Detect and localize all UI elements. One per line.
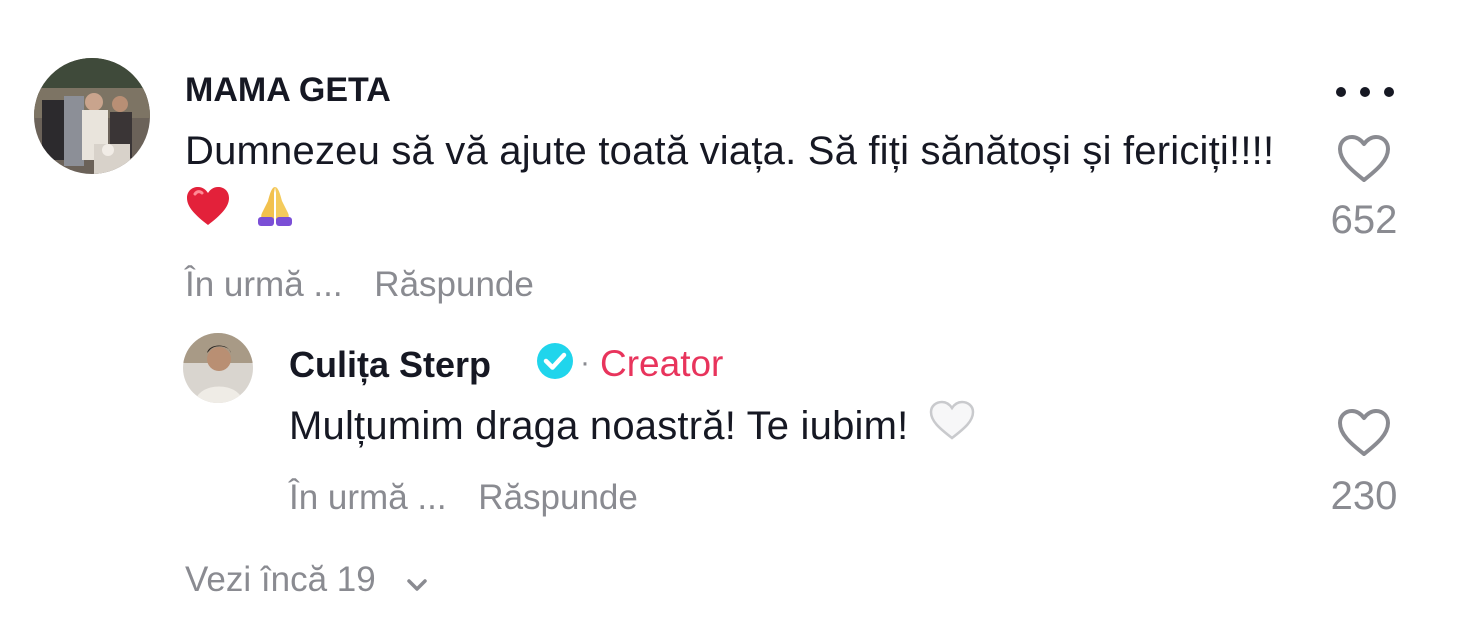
reply-avatar[interactable] xyxy=(183,333,253,403)
reply-timestamp: În urmă ... xyxy=(289,478,447,517)
creator-label: Creator xyxy=(600,343,724,384)
avatar[interactable] xyxy=(34,58,150,174)
comment-text: Dumnezeu să vă ajute toată viața. Să fiț… xyxy=(185,121,1295,245)
reply-button[interactable]: Răspunde xyxy=(374,265,534,304)
reply-text: Mulțumim draga noastră! Te iubim! xyxy=(289,396,976,459)
heart-outline-icon xyxy=(1338,409,1390,456)
comment-body: Dumnezeu să vă ajute toată viața. Să fiț… xyxy=(185,129,1275,173)
separator-dot: · xyxy=(580,346,590,379)
view-more-label: Vezi încă 19 xyxy=(185,560,376,599)
white-heart-icon xyxy=(928,398,976,459)
chevron-down-icon xyxy=(405,562,429,602)
comment-username[interactable]: MAMA GETA xyxy=(185,71,391,110)
reply-reply-button[interactable]: Răspunde xyxy=(478,478,638,517)
reply-username[interactable]: Culița Sterp xyxy=(289,344,491,386)
reply-meta: În urmă ... Răspunde xyxy=(289,478,638,518)
red-heart-icon xyxy=(185,184,231,245)
heart-outline-icon xyxy=(1338,135,1390,182)
like-button[interactable] xyxy=(1336,134,1392,184)
reply-body: Mulțumim draga noastră! Te iubim! xyxy=(289,404,909,448)
reply-like-count: 230 xyxy=(1330,474,1398,518)
ellipsis-icon xyxy=(1336,87,1394,97)
comment-meta: În urmă ... Răspunde xyxy=(185,265,534,305)
view-more-replies-button[interactable]: Vezi încă 19 xyxy=(185,560,429,602)
folded-hands-icon xyxy=(252,183,298,245)
verified-badge-icon xyxy=(536,342,574,380)
reply-like-button[interactable] xyxy=(1336,408,1392,458)
comment-timestamp: În urmă ... xyxy=(185,265,343,304)
more-options-button[interactable] xyxy=(1330,80,1400,104)
like-count: 652 xyxy=(1330,198,1398,242)
